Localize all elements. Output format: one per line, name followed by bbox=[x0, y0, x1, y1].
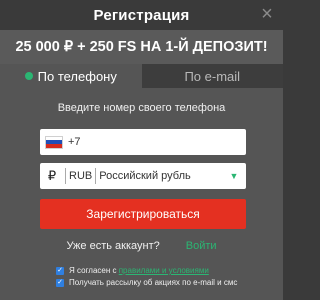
currency-code: RUB bbox=[69, 170, 93, 182]
divider bbox=[95, 168, 97, 184]
chevron-down-icon[interactable]: ▼ bbox=[222, 163, 246, 189]
promo-text: 25 000 ₽ + 250 FS НА 1-Й ДЕПОЗИТ! bbox=[15, 39, 268, 55]
ruble-icon: ₽ bbox=[47, 168, 57, 183]
tab-phone-label: По телефону bbox=[37, 68, 117, 84]
terms-text: Я согласен с правилами и условиями bbox=[69, 266, 209, 276]
terms-label: Я согласен с bbox=[69, 266, 119, 275]
active-dot-icon bbox=[24, 72, 33, 80]
newsletter-consent: ✓ Получать рассылку об акциях по e-mail … bbox=[56, 278, 256, 288]
tab-email-label: По e-mail bbox=[184, 68, 241, 84]
terms-consent: ✓ Я согласен с правилами и условиями bbox=[56, 266, 256, 276]
phone-field[interactable]: +7 bbox=[40, 129, 246, 155]
register-button[interactable]: Зарегистрироваться bbox=[40, 199, 246, 229]
phone-instruction: Введите номер своего телефона bbox=[57, 102, 226, 114]
terms-checkbox[interactable]: ✓ bbox=[56, 267, 64, 275]
terms-link[interactable]: правилами и условиями bbox=[119, 266, 209, 275]
login-prompt: Уже есть аккаунт? Войти bbox=[0, 238, 283, 254]
newsletter-text: Получать рассылку об акциях по e-mail и … bbox=[69, 278, 238, 287]
close-icon[interactable]: × bbox=[258, 4, 276, 24]
currency-select[interactable]: ₽ RUB Российский рубль ▼ bbox=[40, 163, 246, 189]
registration-tabs: По телефону По e-mail bbox=[0, 64, 283, 88]
phone-prefix[interactable]: +7 bbox=[68, 136, 81, 148]
registration-form: Введите номер своего телефона +7 ₽ RUB Р… bbox=[0, 88, 283, 300]
currency-name: Российский рубль bbox=[99, 170, 191, 182]
dialog-header: Регистрация × bbox=[0, 0, 283, 30]
tab-phone[interactable]: По телефону bbox=[0, 64, 142, 88]
ru-flag-icon[interactable] bbox=[45, 135, 63, 149]
login-link[interactable]: Войти bbox=[186, 240, 217, 252]
tab-email[interactable]: По e-mail bbox=[141, 64, 283, 88]
promo-banner: 25 000 ₽ + 250 FS НА 1-Й ДЕПОЗИТ! bbox=[0, 30, 283, 64]
login-question: Уже есть аккаунт? bbox=[66, 240, 160, 252]
divider bbox=[65, 168, 66, 184]
newsletter-checkbox[interactable]: ✓ bbox=[56, 279, 64, 287]
dialog-title: Регистрация bbox=[93, 6, 190, 24]
